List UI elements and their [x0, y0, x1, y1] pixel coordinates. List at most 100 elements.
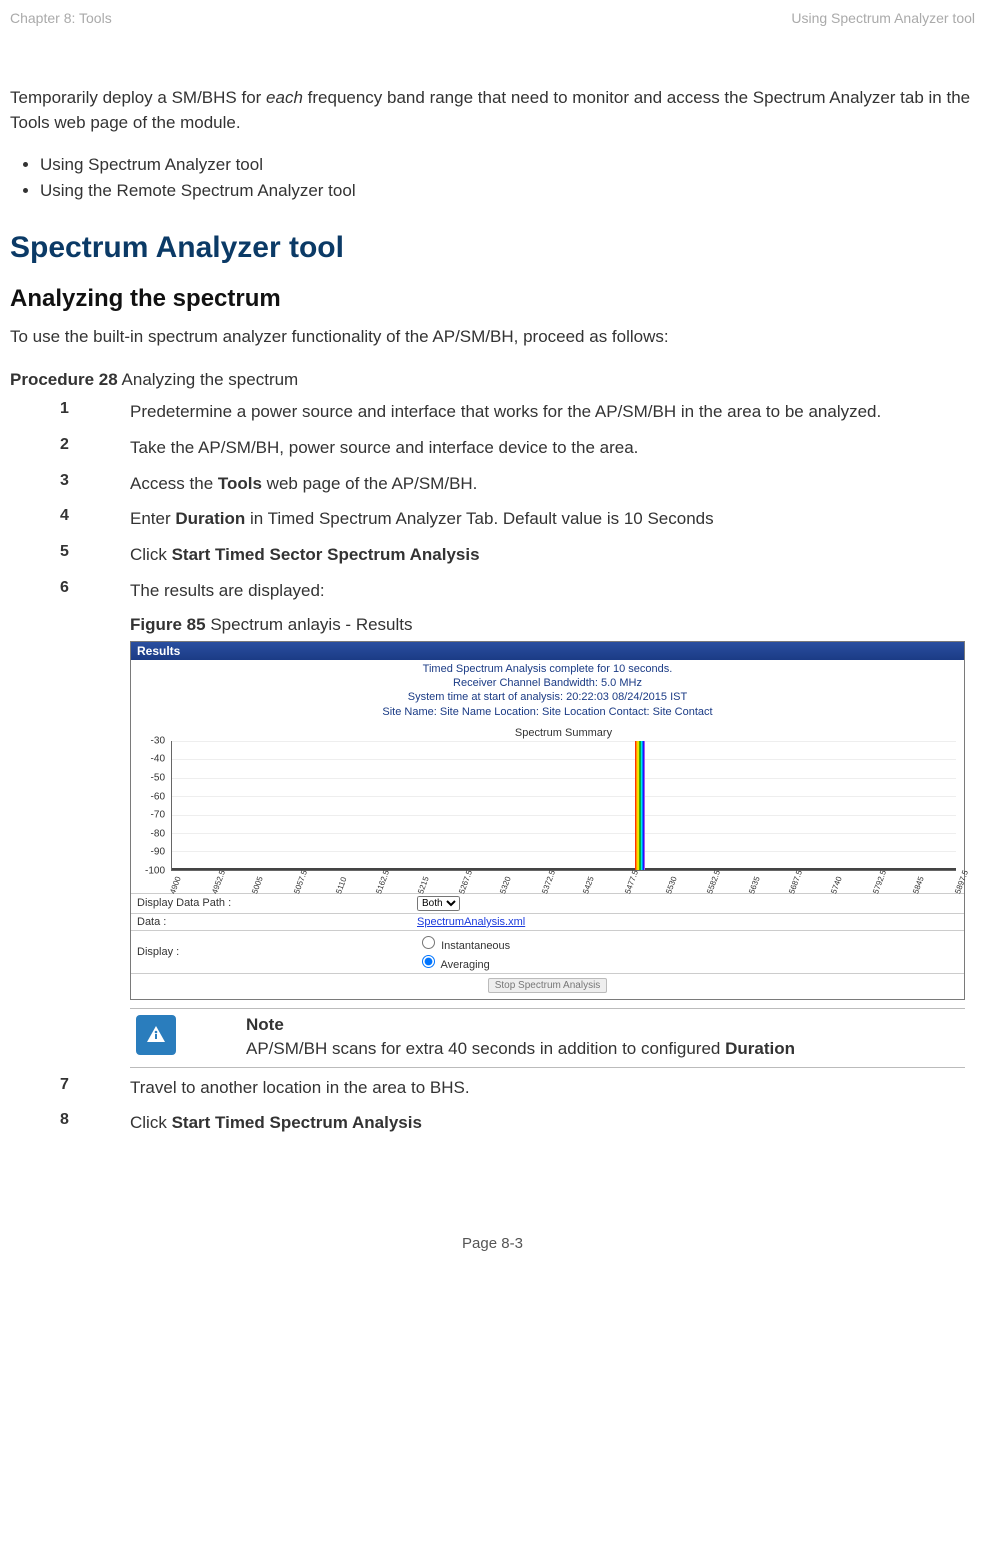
step-text: Click Start Timed Spectrum Analysis	[130, 1111, 422, 1135]
display-path-select[interactable]: Both	[417, 896, 460, 911]
chart-subtitle: Spectrum Summary	[171, 727, 956, 739]
step-5: 5 Click Start Timed Sector Spectrum Anal…	[10, 543, 975, 567]
step-1: 1 Predetermine a power source and interf…	[10, 400, 975, 424]
results-title-bar: Results	[131, 642, 964, 660]
step-number: 1	[60, 400, 130, 418]
control-label: Display Data Path :	[137, 897, 417, 909]
radio-averaging[interactable]: Averaging	[417, 959, 490, 971]
bold-term: Start Timed Spectrum Analysis	[172, 1113, 422, 1132]
x-tick: 5897.5	[953, 869, 970, 895]
x-tick: 5582.5	[705, 869, 722, 895]
step-number: 5	[60, 543, 130, 561]
x-tick: 4900	[168, 875, 183, 895]
procedure-label: Procedure 28 Analyzing the spectrum	[10, 370, 975, 390]
step-7: 7 Travel to another location in the area…	[10, 1076, 975, 1100]
chart-y-axis: -30 -40 -50 -60 -70 -80 -90 -100	[135, 741, 165, 871]
x-tick: 5320	[499, 875, 514, 895]
subsection-intro: To use the built-in spectrum analyzer fu…	[10, 325, 975, 350]
procedure-name: Analyzing the spectrum	[118, 370, 298, 389]
y-tick: -60	[151, 791, 165, 802]
intro-bullet-list: Using Spectrum Analyzer tool Using the R…	[10, 155, 975, 201]
x-tick: 5162.5	[375, 869, 392, 895]
x-tick: 5372.5	[540, 869, 557, 895]
step-text: Take the AP/SM/BH, power source and inte…	[130, 436, 638, 460]
noise-floor-line	[172, 868, 956, 870]
y-tick: -80	[151, 828, 165, 839]
step-number: 4	[60, 507, 130, 525]
x-tick: 5530	[664, 875, 679, 895]
radio-input[interactable]	[422, 936, 435, 949]
step-number: 2	[60, 436, 130, 454]
figure-results-panel: Results Timed Spectrum Analysis complete…	[130, 641, 965, 1000]
data-link[interactable]: SpectrumAnalysis.xml	[417, 916, 525, 928]
bold-term: Tools	[218, 474, 262, 493]
x-tick: 4952.5	[210, 869, 227, 895]
gridline	[172, 851, 956, 852]
gridline	[172, 778, 956, 779]
step-3: 3 Access the Tools web page of the AP/SM…	[10, 472, 975, 496]
results-header-text: Timed Spectrum Analysis complete for 10 …	[131, 660, 964, 723]
x-tick: 5792.5	[871, 869, 888, 895]
gridline	[172, 833, 956, 834]
chart-x-axis: 4900 4952.5 5005 5057.5 5110 5162.5 5215…	[171, 873, 956, 893]
bold-term: Start Timed Sector Spectrum Analysis	[172, 545, 480, 564]
header-right: Using Spectrum Analyzer tool	[791, 10, 975, 26]
y-tick: -50	[151, 773, 165, 784]
x-tick: 5740	[829, 875, 844, 895]
control-label: Data :	[137, 916, 417, 928]
y-tick: -100	[145, 865, 165, 876]
intro-emphasis: each	[266, 88, 303, 107]
step-number: 6	[60, 579, 130, 597]
step-number: 3	[60, 472, 130, 490]
radio-instantaneous[interactable]: Instantaneous	[417, 940, 510, 952]
chart-plot-area	[171, 741, 956, 871]
y-tick: -40	[151, 754, 165, 765]
x-tick: 5057.5	[292, 869, 309, 895]
spectrum-peak	[635, 741, 645, 870]
note-icon	[136, 1015, 176, 1055]
step-8: 8 Click Start Timed Spectrum Analysis	[10, 1111, 975, 1135]
step-text: The results are displayed:	[130, 579, 325, 603]
x-tick: 5687.5	[788, 869, 805, 895]
step-2: 2 Take the AP/SM/BH, power source and in…	[10, 436, 975, 460]
bullet-item: Using the Remote Spectrum Analyzer tool	[40, 181, 975, 201]
x-tick: 5477.5	[623, 869, 640, 895]
stop-spectrum-button[interactable]: Stop Spectrum Analysis	[488, 978, 608, 993]
step-text: Click Start Timed Sector Spectrum Analys…	[130, 543, 480, 567]
step-4: 4 Enter Duration in Timed Spectrum Analy…	[10, 507, 975, 531]
stop-row: Stop Spectrum Analysis	[131, 973, 964, 999]
x-tick: 5110	[334, 876, 348, 895]
page-footer: Page 8-3	[10, 1235, 975, 1252]
radio-input[interactable]	[422, 955, 435, 968]
header-left: Chapter 8: Tools	[10, 10, 112, 26]
step-6: 6 The results are displayed:	[10, 579, 975, 603]
y-tick: -90	[151, 847, 165, 858]
step-text: Travel to another location in the area t…	[130, 1076, 470, 1100]
procedure-number: Procedure 28	[10, 370, 118, 389]
display-radio-group: Instantaneous Averaging	[417, 933, 518, 971]
x-tick: 5215	[416, 875, 431, 895]
section-title: Spectrum Analyzer tool	[10, 231, 975, 265]
bullet-item: Using Spectrum Analyzer tool	[40, 155, 975, 175]
x-tick: 5635	[747, 875, 762, 895]
y-tick: -30	[151, 735, 165, 746]
note-block: Note AP/SM/BH scans for extra 40 seconds…	[130, 1008, 965, 1068]
note-title: Note	[246, 1015, 795, 1035]
control-display-mode: Display : Instantaneous Averaging	[131, 930, 964, 973]
gridline	[172, 815, 956, 816]
step-text: Access the Tools web page of the AP/SM/B…	[130, 472, 477, 496]
y-tick: -70	[151, 810, 165, 821]
gridline	[172, 796, 956, 797]
x-tick: 5845	[912, 875, 927, 895]
info-triangle-icon	[144, 1023, 168, 1047]
gridline	[172, 741, 956, 742]
x-tick: 5425	[581, 875, 596, 895]
step-number: 7	[60, 1076, 130, 1094]
x-tick: 5005	[251, 875, 266, 895]
step-text: Enter Duration in Timed Spectrum Analyze…	[130, 507, 714, 531]
control-display-data-path: Display Data Path : Both	[131, 893, 964, 913]
control-label: Display :	[137, 946, 417, 958]
figure-number: Figure 85	[130, 615, 206, 634]
page-header: Chapter 8: Tools Using Spectrum Analyzer…	[10, 10, 975, 26]
bold-term: Duration	[175, 509, 245, 528]
